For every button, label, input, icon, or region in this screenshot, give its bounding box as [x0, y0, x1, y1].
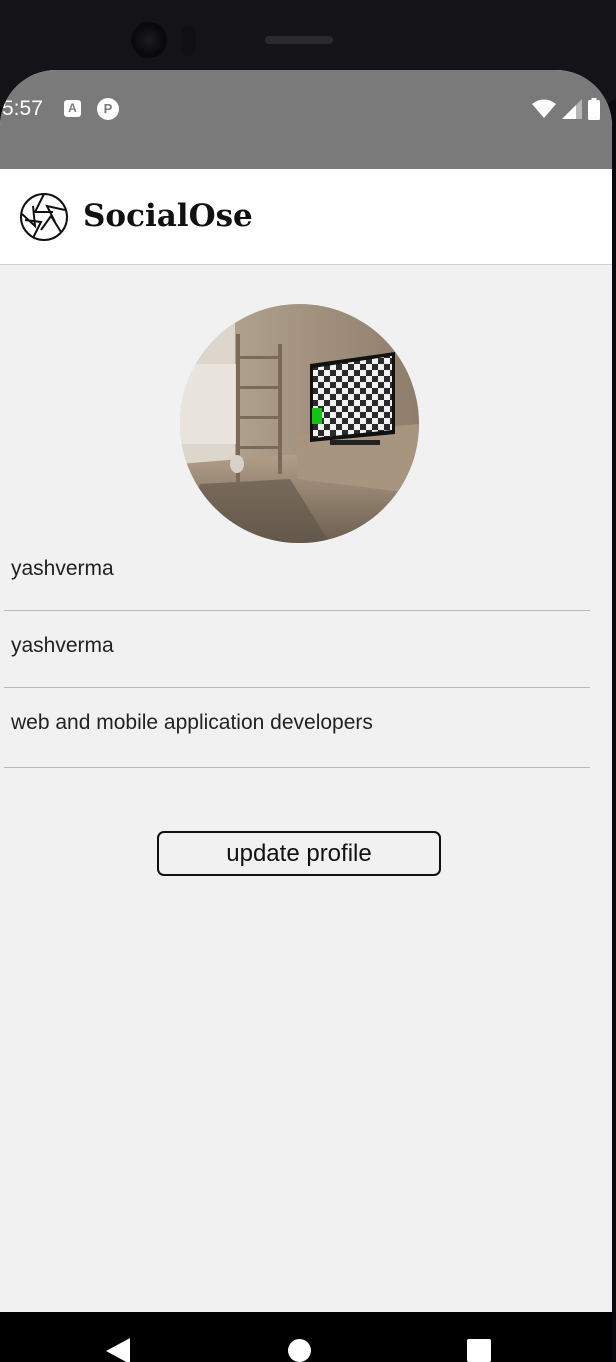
avatar-picture: [180, 304, 419, 543]
system-icons: [532, 98, 600, 120]
back-icon[interactable]: [106, 1338, 130, 1362]
status-time: 5:57: [2, 97, 43, 120]
device-frame: 5:57 A P SocialOse yashverma yashverma w…: [0, 0, 616, 1362]
app-bar: SocialOse: [0, 169, 612, 265]
navigation-bar: [0, 1312, 612, 1362]
status-bar: 5:57 A P: [0, 70, 612, 169]
update-profile-button[interactable]: update profile: [157, 831, 441, 876]
battery-icon: [588, 98, 600, 120]
wifi-icon: [532, 99, 556, 118]
app-p-icon: P: [97, 98, 119, 120]
recents-icon[interactable]: [467, 1339, 491, 1362]
shutter-logo-icon: [20, 193, 68, 241]
username-field[interactable]: yashverma: [4, 540, 590, 611]
proximity-sensor: [182, 26, 196, 56]
bio-field[interactable]: web and mobile application developers: [4, 694, 590, 768]
device-screen: 5:57 A P SocialOse yashverma yashverma w…: [0, 70, 612, 1362]
app-title: SocialOse: [83, 198, 253, 234]
username-value: yashverma: [11, 557, 114, 580]
name-field[interactable]: yashverma: [4, 617, 590, 688]
name-value: yashverma: [11, 634, 114, 657]
profile-avatar-image[interactable]: [180, 304, 419, 543]
front-camera: [131, 22, 167, 58]
app-a-icon: A: [64, 100, 81, 117]
signal-icon: [562, 99, 582, 119]
home-icon[interactable]: [288, 1339, 311, 1362]
bio-value: web and mobile application developers: [11, 711, 373, 734]
earpiece-speaker: [265, 36, 333, 44]
